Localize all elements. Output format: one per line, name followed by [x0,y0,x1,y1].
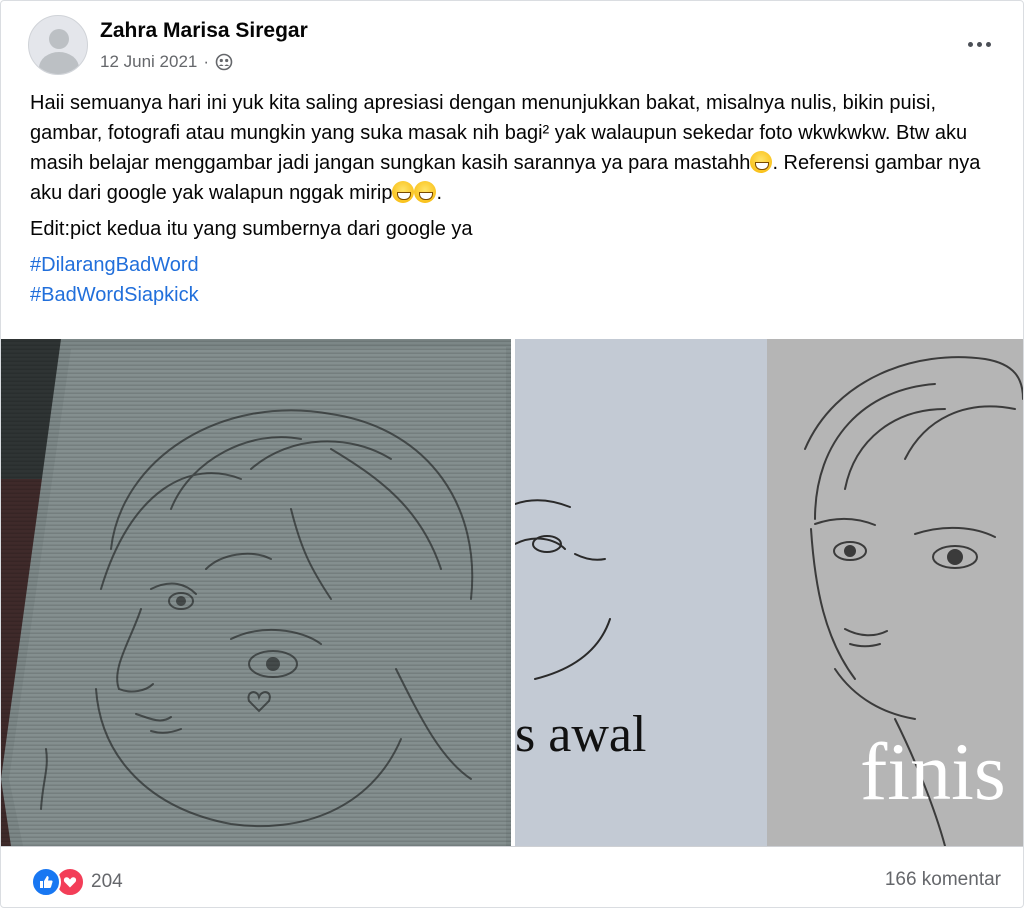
photo-sketch-1[interactable] [1,339,511,846]
laughing-emoji-icon [392,181,415,203]
hashtag-link[interactable]: #DilarangBadWord [30,250,990,280]
reaction-count: 204 [91,871,123,892]
comment-count[interactable]: 166 komentar [885,869,1001,891]
post-header: Zahra Marisa Siregar 12 Juni 2021 · [28,15,1003,77]
author-name[interactable]: Zahra Marisa Siregar [100,19,308,43]
post-footer: 204 166 komentar [1,846,1023,907]
post-text: Haii semuanya hari ini yuk kita saling a… [30,88,990,310]
sweat-smile-emoji-icon [414,181,437,203]
paragraph-1-end: . [436,182,443,204]
post-date[interactable]: 12 Juni 2021 [100,52,197,72]
caption-finis: finis [860,726,1006,817]
post-card: Zahra Marisa Siregar 12 Juni 2021 · Haii… [0,0,1024,908]
post-paragraph-1: Haii semuanya hari ini yuk kita saling a… [30,88,990,208]
avatar[interactable] [28,15,88,75]
reaction-summary[interactable]: 204 [31,867,123,897]
hashtag-list: #DilarangBadWord #BadWordSiapkick [30,250,990,310]
sketch-illustration [1,339,511,846]
grinning-emoji-icon [750,151,773,173]
photo-sketch-2[interactable]: s awal finis [515,339,1023,846]
meta-separator: · [203,52,210,71]
caption-awal: s awal [515,706,646,763]
photo-grid: s awal finis [1,339,1023,846]
like-icon [31,867,61,897]
post-paragraph-2: Edit:pict kedua itu yang sumbernya dari … [30,218,473,240]
hashtag-link[interactable]: #BadWordSiapkick [30,280,990,310]
reference-illustration: s awal finis [515,339,1023,846]
friends-icon[interactable] [215,53,233,71]
more-options-icon[interactable] [961,29,997,59]
post-meta: 12 Juni 2021 · [100,52,233,72]
